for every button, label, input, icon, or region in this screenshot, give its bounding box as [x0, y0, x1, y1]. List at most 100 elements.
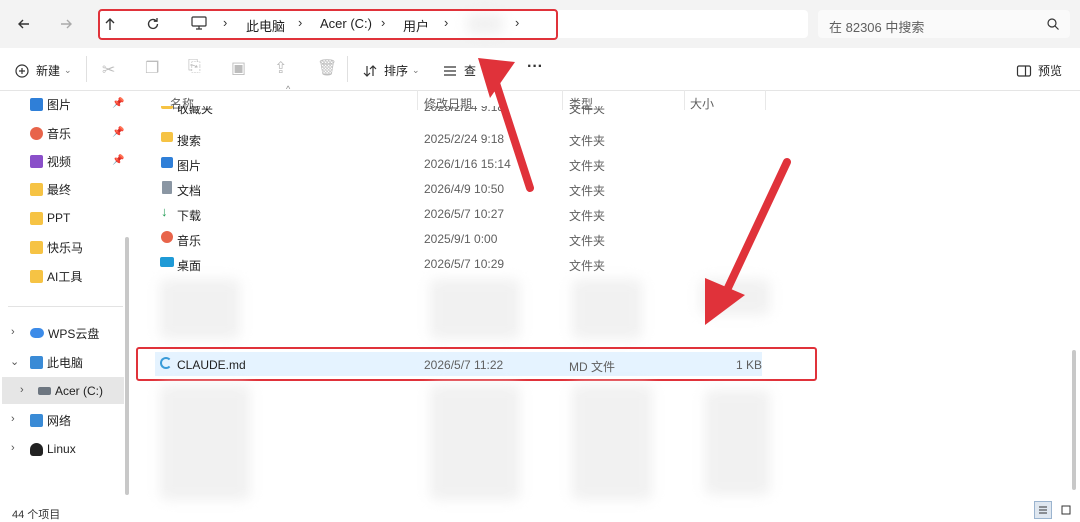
annotation-arrow-down — [705, 158, 791, 325]
chevron-down-icon[interactable]: ⌄ — [10, 355, 19, 368]
list-scrollbar[interactable] — [1072, 350, 1076, 490]
sort-label: 排序 — [384, 64, 409, 78]
chevron-right-icon[interactable]: › — [20, 384, 24, 396]
highlight-box-address — [98, 9, 558, 40]
chevron-right-icon[interactable]: › — [11, 413, 15, 425]
new-label: 新建 — [36, 64, 61, 78]
sidebar-divider — [8, 306, 123, 307]
drive-icon — [38, 387, 51, 395]
sidebar-item-label: 网络 — [47, 413, 72, 428]
blurred-row-content — [572, 385, 652, 500]
sidebar-item-label: 视频 — [47, 154, 72, 169]
file-name: 音乐 — [177, 234, 202, 248]
file-type: 文件夹 — [569, 134, 606, 148]
sidebar-item-drive-c[interactable]: Acer (C:) — [38, 380, 103, 402]
search-icon[interactable] — [1046, 17, 1060, 34]
folder-icon — [30, 182, 43, 196]
sidebar-item-linux[interactable]: Linux — [30, 438, 76, 460]
file-type: 文件夹 — [569, 234, 606, 248]
cut-icon[interactable]: ✂ — [102, 60, 115, 80]
linux-icon — [30, 442, 43, 456]
file-name: 搜索 — [177, 134, 202, 148]
sidebar-item-label: WPS云盘 — [48, 326, 100, 341]
annotation-arrow-up — [478, 58, 534, 192]
sort-ascending-icon: ^ — [286, 84, 291, 94]
sidebar-item-music[interactable]: 音乐 — [30, 122, 71, 144]
chevron-right-icon[interactable]: › — [11, 442, 15, 454]
tiles-view-icon — [1061, 505, 1071, 515]
sort-button[interactable]: 排序 ⌄ — [362, 62, 420, 79]
sidebar-item-folder[interactable]: PPT — [30, 207, 70, 229]
sidebar-item-folder[interactable]: 快乐马 — [30, 236, 83, 258]
copy-icon[interactable]: ❐ — [145, 58, 159, 78]
file-name: 收藏夹 — [177, 106, 214, 116]
share-icon[interactable]: ⇪ — [274, 58, 287, 78]
plus-circle-icon — [15, 63, 29, 78]
sidebar-item-wps-cloud[interactable]: WPS云盘 — [30, 322, 99, 344]
sidebar-item-videos[interactable]: 视频 — [30, 150, 71, 172]
pin-icon[interactable]: 📌 — [112, 155, 124, 166]
blurred-row-content — [572, 279, 642, 339]
file-name: 图片 — [177, 159, 202, 173]
folder-icon — [30, 240, 43, 254]
file-type: 文件夹 — [569, 209, 606, 223]
file-type: 文件夹 — [569, 184, 606, 198]
arrow-right-icon — [61, 19, 72, 29]
new-button[interactable]: 新建 ⌄ — [14, 62, 72, 79]
file-name: 文档 — [177, 184, 202, 198]
file-date: 2025/9/1 0:00 — [424, 232, 498, 246]
item-count: 44 个项目 — [12, 509, 61, 521]
divider — [347, 56, 348, 82]
file-date: 2026/5/7 10:29 — [424, 257, 505, 271]
preview-pane-icon — [1016, 64, 1032, 77]
sidebar-item-network[interactable]: 网络 — [30, 409, 71, 431]
pin-icon[interactable]: 📌 — [112, 98, 124, 109]
search-placeholder: 在 82306 中搜索 — [829, 20, 925, 35]
music-icon — [161, 231, 173, 243]
sidebar-item-folder[interactable]: AI工具 — [30, 265, 82, 287]
sidebar-item-label: 图片 — [47, 97, 72, 112]
file-name: 下载 — [177, 209, 202, 223]
sidebar-item-label: 最终 — [47, 182, 72, 197]
blurred-row-content — [160, 279, 240, 339]
file-type: 文件夹 — [569, 106, 606, 116]
preview-label: 预览 — [1038, 64, 1063, 78]
delete-icon[interactable]: 🗑 — [317, 58, 337, 78]
video-icon — [30, 154, 43, 168]
sidebar-item-label: 音乐 — [47, 126, 72, 141]
highlight-box-file — [136, 347, 817, 381]
folder-icon — [161, 132, 173, 142]
tiles-view-button[interactable] — [1057, 501, 1075, 519]
pictures-icon — [161, 157, 173, 168]
computer-icon — [30, 355, 43, 369]
sidebar-item-label: PPT — [47, 211, 71, 225]
forward-button[interactable] — [52, 10, 80, 38]
paste-icon[interactable]: ⎘ — [188, 58, 201, 76]
rename-icon[interactable]: ▣ — [231, 58, 246, 78]
sidebar-item-label: Acer (C:) — [55, 384, 103, 398]
view-list-icon — [444, 65, 456, 76]
sidebar-item-this-pc[interactable]: 此电脑 — [30, 351, 83, 373]
sidebar-item-label: 此电脑 — [47, 355, 84, 370]
document-icon — [162, 181, 172, 194]
sidebar-item-label: Linux — [47, 442, 76, 456]
chevron-down-icon: ⌄ — [64, 65, 72, 75]
sidebar-scrollbar[interactable] — [125, 237, 129, 495]
folder-icon — [30, 269, 43, 283]
preview-pane-button[interactable]: 预览 — [1016, 62, 1062, 79]
sidebar-item-folder[interactable]: 最终 — [30, 178, 71, 200]
details-view-icon — [1039, 506, 1047, 514]
back-button[interactable] — [10, 10, 38, 38]
chevron-right-icon[interactable]: › — [11, 326, 15, 338]
folder-icon — [30, 211, 43, 225]
pictures-icon — [30, 97, 43, 111]
blurred-row-content — [705, 390, 770, 495]
details-view-button[interactable] — [1034, 501, 1052, 519]
pin-icon[interactable]: 📌 — [112, 127, 124, 138]
file-type: 文件夹 — [569, 259, 606, 273]
file-name: 桌面 — [177, 259, 202, 273]
divider — [86, 56, 87, 82]
music-icon — [30, 126, 43, 140]
sidebar-item-pictures[interactable]: 图片 — [30, 93, 71, 115]
chevron-down-icon: ⌄ — [412, 65, 420, 75]
